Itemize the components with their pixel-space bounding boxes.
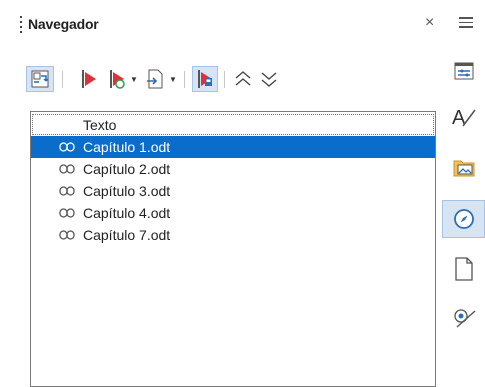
promote-icon <box>235 71 251 86</box>
tree-item-label: Capítulo 4.odt <box>83 205 171 221</box>
tree-item-label: Capítulo 3.odt <box>83 183 171 199</box>
close-button[interactable]: × <box>425 15 434 31</box>
insert-icon <box>147 69 163 89</box>
insert-dropdown[interactable]: ▼ <box>168 66 178 92</box>
link-icon <box>59 142 75 152</box>
toggle-button[interactable] <box>26 66 54 92</box>
link-icon <box>59 186 75 196</box>
link-icon <box>59 164 75 174</box>
promote-button[interactable] <box>232 66 254 92</box>
panel-grip[interactable] <box>20 16 22 34</box>
insert-button[interactable] <box>144 66 166 92</box>
tree-item[interactable]: Capítulo 4.odt <box>31 202 435 224</box>
demote-button[interactable] <box>258 66 280 92</box>
tree-item[interactable]: Capítulo 3.odt <box>31 180 435 202</box>
content-view-button[interactable] <box>192 66 218 92</box>
tree-item[interactable]: Capítulo 7.odt <box>31 224 435 246</box>
tree-item-label: Capítulo 2.odt <box>83 161 171 177</box>
tree-item-label: Capítulo 1.odt <box>83 139 171 155</box>
dropdown-arrow-icon: ▼ <box>169 74 177 84</box>
sidebar-properties-button[interactable] <box>442 52 485 90</box>
sidebar-page-button[interactable] <box>442 250 485 288</box>
tree-root-item[interactable]: Texto <box>32 114 434 135</box>
panel-menu-button[interactable] <box>459 14 473 30</box>
styles-icon: A <box>452 107 476 129</box>
page-icon <box>454 257 473 281</box>
toggle-icon <box>31 70 49 88</box>
sidebar-styles-button[interactable]: A <box>442 98 485 136</box>
previous-icon <box>82 70 96 88</box>
tree-item[interactable]: Capítulo 1.odt <box>31 136 435 158</box>
link-icon <box>59 230 75 240</box>
navigator-icon <box>453 209 474 229</box>
next-button[interactable] <box>106 66 128 92</box>
sidebar-navigator-button[interactable] <box>442 200 485 238</box>
style-inspector-icon <box>453 309 475 328</box>
drag-mode-dropdown[interactable]: ▼ <box>129 66 139 92</box>
previous-button[interactable] <box>78 66 100 92</box>
tree-item[interactable]: Capítulo 2.odt <box>31 158 435 180</box>
next-icon <box>110 70 125 89</box>
dropdown-arrow-icon: ▼ <box>130 74 138 84</box>
sidebar-gallery-button[interactable] <box>442 148 485 186</box>
content-view-icon <box>198 70 212 88</box>
properties-icon <box>454 62 473 80</box>
panel-title: Navegador <box>28 16 99 32</box>
link-icon <box>59 208 75 218</box>
sidebar-style-inspector-button[interactable] <box>442 300 485 338</box>
tree-root-label: Texto <box>83 117 117 133</box>
tree-item-label: Capítulo 7.odt <box>83 227 171 243</box>
navigator-tree[interactable]: Texto Capítulo 1.odt Capítulo 2.odt Capí… <box>30 111 436 387</box>
gallery-icon <box>453 160 474 177</box>
demote-icon <box>261 72 277 87</box>
